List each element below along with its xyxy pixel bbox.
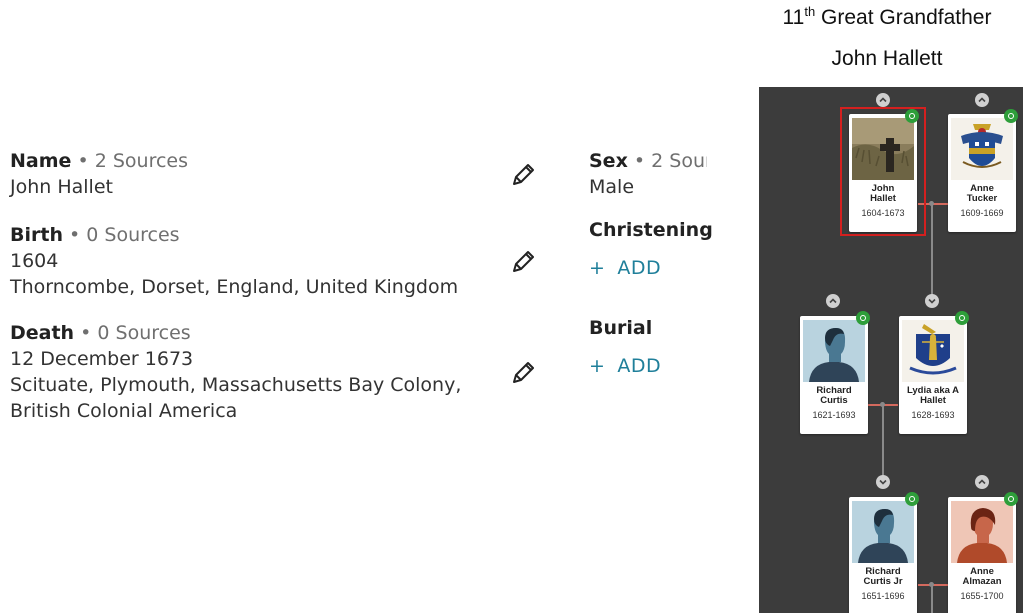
- person-name-heading: John Hallett: [831, 47, 943, 70]
- record-hint-icon[interactable]: [1004, 109, 1018, 123]
- person-name: Anne Tucker: [948, 184, 1016, 204]
- descent-line: [931, 586, 933, 613]
- person-name: Richard Curtis: [800, 386, 868, 406]
- person-name: Anne Almazan: [948, 567, 1016, 587]
- person-card-richard-curtis-jr[interactable]: Richard Curtis Jr 1651-1696: [849, 492, 919, 613]
- birth-sources-link[interactable]: 0 Sources: [86, 224, 179, 246]
- separator-dot: •: [80, 322, 92, 344]
- burial-label: Burial: [589, 317, 653, 339]
- name-value: John Hallet: [10, 176, 113, 198]
- male-silhouette-avatar: [803, 320, 865, 382]
- person-name: Richard Curtis Jr: [849, 567, 917, 587]
- coat-of-arms-image: [951, 118, 1013, 180]
- separator-dot: •: [77, 150, 89, 172]
- plus-icon: +: [589, 355, 606, 377]
- death-place-line2: British Colonial America: [10, 400, 238, 422]
- add-burial-button[interactable]: + ADD: [589, 355, 661, 377]
- death-date: 12 December 1673: [10, 348, 194, 370]
- life-years: 1609-1669: [960, 208, 1004, 218]
- person-card-anne-tucker[interactable]: Anne Tucker 1609-1669: [948, 109, 1018, 232]
- name-sources-link[interactable]: 2 Sources: [95, 150, 188, 172]
- record-hint-icon[interactable]: [905, 109, 919, 123]
- record-hint-icon[interactable]: [955, 311, 969, 325]
- sex-field: Sex • 2 Sources Male: [589, 148, 707, 200]
- birth-date: 1604: [10, 250, 59, 272]
- death-sources-link[interactable]: 0 Sources: [97, 322, 190, 344]
- male-silhouette-avatar: [852, 501, 914, 563]
- birth-label: Birth: [10, 224, 63, 246]
- sex-label: Sex: [589, 150, 628, 172]
- massachusetts-seal-image: [902, 320, 964, 382]
- life-years: 1655-1700: [960, 591, 1004, 601]
- last-name: Tucker: [966, 193, 998, 204]
- christening-field: Christening: [589, 217, 713, 243]
- last-name: Almazan: [962, 576, 1002, 587]
- descent-line: [882, 406, 884, 486]
- add-burial-label: ADD: [617, 355, 662, 377]
- plus-icon: +: [589, 257, 606, 279]
- person-card-lydia-hallet[interactable]: Lydia aka A Hallet 1628-1693: [899, 311, 969, 434]
- relation-number: 11: [782, 6, 805, 29]
- life-years: 1604-1673: [861, 208, 905, 218]
- person-card-richard-curtis[interactable]: Richard Curtis 1621-1693: [800, 311, 870, 434]
- last-name: Curtis Jr: [863, 576, 903, 587]
- edit-death-pencil-icon[interactable]: [509, 359, 537, 387]
- family-tree-panel: John Hallet 1604-1673 Anne Tucker 1609-166…: [759, 87, 1023, 613]
- separator-dot: •: [69, 224, 81, 246]
- relation-suffix: th: [804, 4, 816, 19]
- sex-sources-link[interactable]: 2 Sources: [651, 150, 707, 172]
- descent-line: [931, 205, 933, 305]
- birth-place: Thorncombe, Dorset, England, United King…: [10, 276, 459, 298]
- burial-field: Burial: [589, 315, 652, 341]
- relation-heading: 11th Great Grandfather: [760, 4, 1014, 30]
- record-hint-icon[interactable]: [1004, 492, 1018, 506]
- person-card-john-hallet[interactable]: John Hallet 1604-1673: [849, 109, 919, 232]
- expand-up-chevron-icon[interactable]: [826, 294, 840, 308]
- death-label: Death: [10, 322, 75, 344]
- record-hint-icon[interactable]: [856, 311, 870, 325]
- collapse-down-chevron-icon[interactable]: [925, 294, 939, 308]
- expand-up-chevron-icon[interactable]: [975, 93, 989, 107]
- last-name: Hallet: [870, 193, 896, 204]
- person-card-anne-almazan[interactable]: Anne Almazan 1655-1700: [948, 492, 1018, 613]
- person-name: Lydia aka A Hallet: [899, 386, 967, 406]
- christening-label: Christening: [589, 219, 713, 241]
- last-name: Curtis: [820, 395, 848, 406]
- last-name: Hallet: [920, 395, 946, 406]
- record-hint-icon[interactable]: [905, 492, 919, 506]
- expand-up-chevron-icon[interactable]: [876, 93, 890, 107]
- name-field: Name • 2 Sources John Hallet: [10, 148, 188, 200]
- separator-dot: •: [633, 150, 646, 172]
- edit-birth-pencil-icon[interactable]: [509, 248, 537, 276]
- expand-up-chevron-icon[interactable]: [975, 475, 989, 489]
- death-field: Death • 0 Sources 12 December 1673 Scitu…: [10, 320, 461, 424]
- gravestone-photo: [852, 118, 914, 180]
- name-label: Name: [10, 150, 72, 172]
- life-years: 1621-1693: [812, 410, 856, 420]
- female-silhouette-avatar: [951, 501, 1013, 563]
- relation-text: Great Grandfather: [815, 6, 992, 29]
- life-years: 1651-1696: [861, 591, 905, 601]
- add-christening-label: ADD: [617, 257, 662, 279]
- sex-value: Male: [589, 176, 635, 198]
- person-name: John Hallet: [849, 184, 917, 204]
- collapse-down-chevron-icon[interactable]: [876, 475, 890, 489]
- add-christening-button[interactable]: + ADD: [589, 257, 661, 279]
- birth-field: Birth • 0 Sources 1604 Thorncombe, Dorse…: [10, 222, 458, 300]
- edit-name-pencil-icon[interactable]: [509, 161, 537, 189]
- life-years: 1628-1693: [911, 410, 955, 420]
- death-place-line1: Scituate, Plymouth, Massachusetts Bay Co…: [10, 374, 462, 396]
